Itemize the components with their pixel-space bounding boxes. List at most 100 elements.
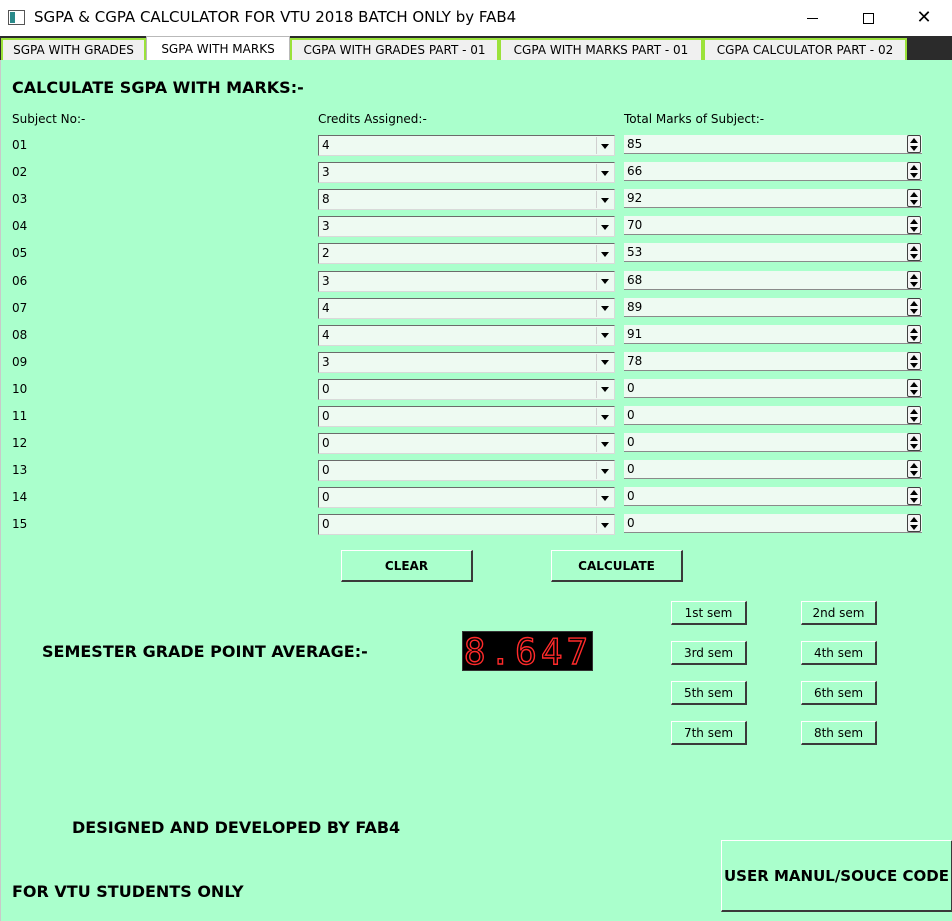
spin-up-icon[interactable] — [910, 490, 918, 496]
title-bar[interactable]: SGPA & CGPA CALCULATOR FOR VTU 2018 BATC… — [0, 0, 952, 36]
chevron-down-icon[interactable] — [596, 516, 613, 534]
credits-dropdown[interactable]: 3 — [318, 216, 615, 238]
spin-up-icon[interactable] — [910, 517, 918, 523]
spin-buttons[interactable] — [907, 487, 921, 506]
spin-up-icon[interactable] — [910, 192, 918, 198]
chevron-down-icon[interactable] — [596, 408, 613, 425]
chevron-down-icon[interactable] — [596, 245, 613, 263]
spin-buttons[interactable] — [907, 351, 921, 370]
sem-1-button[interactable]: 1st sem — [671, 601, 747, 625]
spin-down-icon[interactable] — [910, 471, 918, 477]
spin-down-icon[interactable] — [910, 498, 918, 504]
chevron-down-icon[interactable] — [596, 353, 613, 371]
marks-spinbox[interactable]: 91 — [624, 324, 922, 344]
spin-down-icon[interactable] — [910, 362, 918, 368]
spin-buttons[interactable] — [907, 406, 921, 424]
spin-buttons[interactable] — [907, 297, 921, 316]
credits-dropdown[interactable]: 3 — [318, 162, 615, 184]
marks-spinbox[interactable]: 0 — [624, 433, 922, 453]
credits-dropdown[interactable]: 0 — [318, 378, 615, 400]
spin-up-icon[interactable] — [910, 327, 918, 333]
spin-up-icon[interactable] — [910, 246, 918, 252]
spin-buttons[interactable] — [907, 433, 921, 452]
chevron-down-icon[interactable] — [596, 299, 613, 317]
close-button[interactable]: ✕ — [896, 0, 952, 36]
credits-dropdown[interactable]: 0 — [318, 433, 615, 455]
chevron-down-icon[interactable] — [596, 380, 613, 398]
chevron-down-icon[interactable] — [596, 272, 613, 290]
chevron-down-icon[interactable] — [596, 489, 613, 507]
spin-buttons[interactable] — [907, 216, 921, 235]
spin-up-icon[interactable] — [910, 300, 918, 306]
credits-dropdown[interactable]: 3 — [318, 351, 615, 373]
chevron-down-icon[interactable] — [596, 164, 613, 182]
tab-sgpa-with-marks[interactable]: SGPA WITH MARKS — [146, 36, 290, 60]
credits-dropdown[interactable]: 4 — [318, 324, 615, 346]
spin-up-icon[interactable] — [910, 273, 918, 279]
spin-buttons[interactable] — [907, 162, 921, 181]
marks-spinbox[interactable]: 53 — [624, 243, 922, 263]
marks-spinbox[interactable]: 66 — [624, 162, 922, 182]
credits-dropdown[interactable]: 0 — [318, 460, 615, 482]
spin-down-icon[interactable] — [910, 146, 918, 151]
tab-cgpa-with-grades-part-01[interactable]: CGPA WITH GRADES PART - 01 — [290, 38, 499, 60]
marks-spinbox[interactable]: 0 — [624, 487, 922, 507]
spin-up-icon[interactable] — [910, 381, 918, 387]
sem-5-button[interactable]: 5th sem — [671, 681, 747, 705]
credits-dropdown[interactable]: 0 — [318, 487, 615, 509]
chevron-down-icon[interactable] — [596, 462, 613, 480]
spin-down-icon[interactable] — [910, 200, 918, 206]
sem-8-button[interactable]: 8th sem — [801, 721, 877, 745]
chevron-down-icon[interactable] — [596, 191, 613, 209]
sem-6-button[interactable]: 6th sem — [801, 681, 877, 705]
clear-button[interactable]: CLEAR — [341, 550, 473, 582]
tab-cgpa-with-marks-part-01[interactable]: CGPA WITH MARKS PART - 01 — [499, 38, 703, 60]
chevron-down-icon[interactable] — [596, 137, 613, 154]
marks-spinbox[interactable]: 85 — [624, 135, 922, 154]
sem-7-button[interactable]: 7th sem — [671, 721, 747, 745]
credits-dropdown[interactable]: 0 — [318, 406, 615, 427]
tab-sgpa-with-grades[interactable]: SGPA WITH GRADES — [1, 38, 146, 60]
marks-spinbox[interactable]: 70 — [624, 216, 922, 236]
sem-3-button[interactable]: 3rd sem — [671, 641, 747, 665]
marks-spinbox[interactable]: 0 — [624, 460, 922, 480]
spin-up-icon[interactable] — [910, 463, 918, 469]
spin-buttons[interactable] — [907, 460, 921, 479]
spin-buttons[interactable] — [907, 243, 921, 262]
spin-buttons[interactable] — [907, 189, 921, 208]
chevron-down-icon[interactable] — [596, 218, 613, 236]
minimize-button[interactable] — [784, 0, 840, 36]
spin-down-icon[interactable] — [910, 227, 918, 233]
spin-up-icon[interactable] — [910, 219, 918, 225]
marks-spinbox[interactable]: 68 — [624, 270, 922, 290]
credits-dropdown[interactable]: 4 — [318, 297, 615, 319]
chevron-down-icon[interactable] — [596, 435, 613, 453]
spin-down-icon[interactable] — [910, 173, 918, 179]
spin-down-icon[interactable] — [910, 444, 918, 450]
spin-up-icon[interactable] — [910, 354, 918, 360]
spin-down-icon[interactable] — [910, 308, 918, 314]
spin-buttons[interactable] — [907, 270, 921, 289]
spin-up-icon[interactable] — [910, 436, 918, 442]
spin-up-icon[interactable] — [910, 409, 918, 414]
spin-down-icon[interactable] — [910, 335, 918, 341]
user-manual-button[interactable]: USER MANUL/SOUCE CODE — [721, 840, 952, 912]
maximize-button[interactable] — [840, 0, 896, 36]
spin-buttons[interactable] — [907, 324, 921, 343]
tab-cgpa-calculator-part-02[interactable]: CGPA CALCULATOR PART - 02 — [703, 38, 907, 60]
spin-up-icon[interactable] — [910, 165, 918, 171]
spin-buttons[interactable] — [907, 378, 921, 397]
marks-spinbox[interactable]: 0 — [624, 378, 922, 398]
marks-spinbox[interactable]: 89 — [624, 297, 922, 317]
sem-2-button[interactable]: 2nd sem — [801, 601, 877, 625]
marks-spinbox[interactable]: 0 — [624, 514, 922, 534]
spin-down-icon[interactable] — [910, 254, 918, 260]
credits-dropdown[interactable]: 0 — [318, 514, 615, 536]
chevron-down-icon[interactable] — [596, 326, 613, 344]
marks-spinbox[interactable]: 0 — [624, 406, 922, 425]
spin-down-icon[interactable] — [910, 525, 918, 531]
credits-dropdown[interactable]: 4 — [318, 135, 615, 156]
spin-down-icon[interactable] — [910, 389, 918, 395]
credits-dropdown[interactable]: 8 — [318, 189, 615, 211]
spin-down-icon[interactable] — [910, 281, 918, 287]
